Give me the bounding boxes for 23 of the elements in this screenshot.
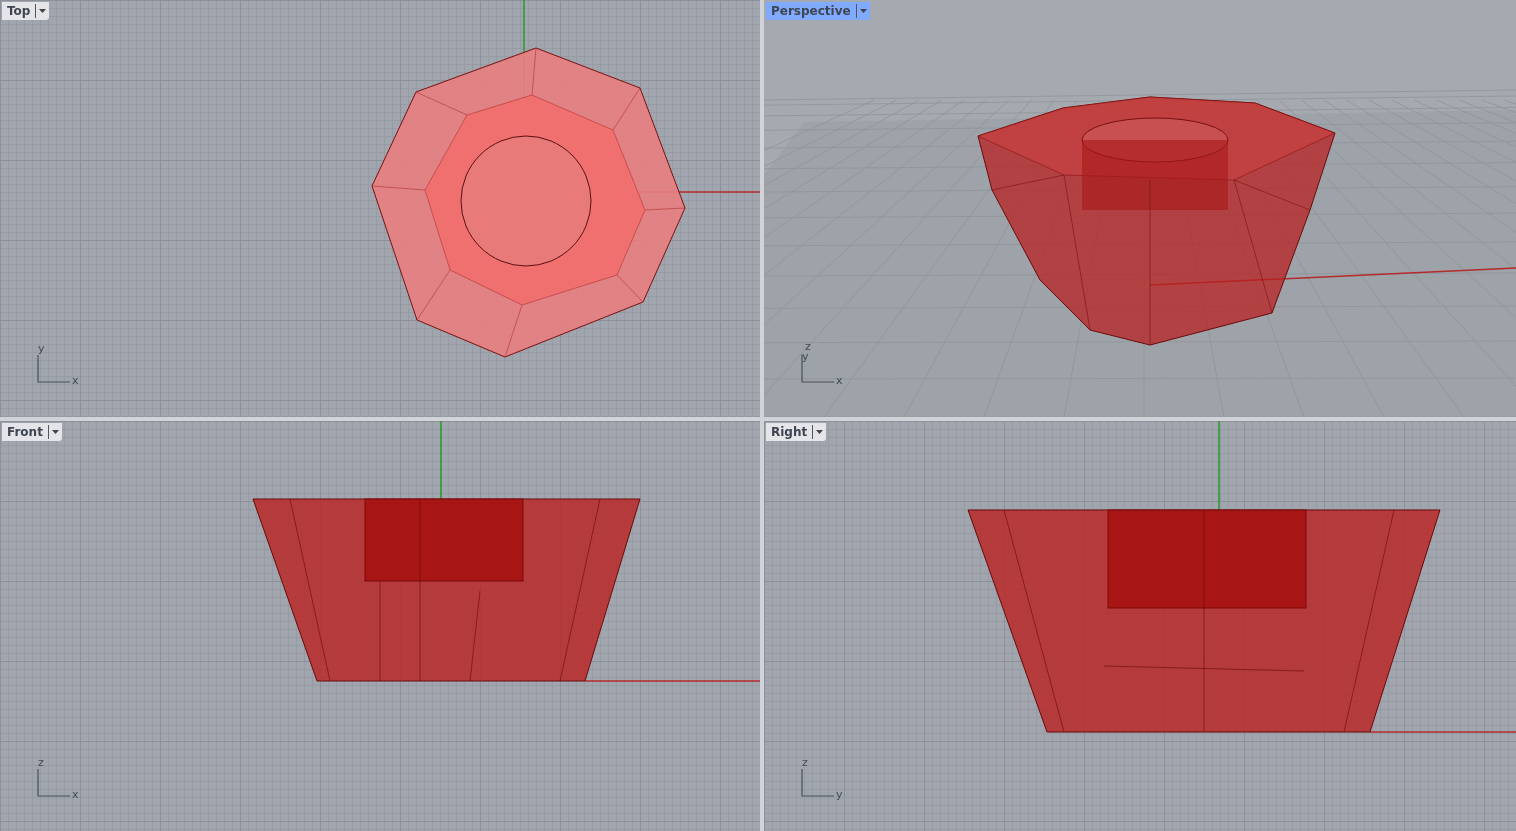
viewport-tab[interactable]: Top bbox=[2, 2, 50, 20]
viewport-tab[interactable]: Front bbox=[2, 423, 62, 441]
axis-label: x bbox=[72, 789, 79, 800]
axis-label: z bbox=[802, 757, 808, 768]
axis-icon bbox=[801, 355, 835, 383]
dropdown-caret-icon[interactable] bbox=[47, 425, 62, 439]
dropdown-caret-icon[interactable] bbox=[855, 4, 870, 18]
axis-icon bbox=[801, 769, 835, 797]
axis-icon bbox=[37, 769, 71, 797]
axis-label: x bbox=[72, 375, 79, 386]
axis-label: y bbox=[836, 789, 843, 800]
axis-label: y bbox=[38, 343, 45, 354]
viewport-tab[interactable]: Right bbox=[766, 423, 827, 441]
viewport-title: Perspective bbox=[770, 3, 852, 20]
axis-icon bbox=[37, 355, 71, 383]
viewport-title: Top bbox=[6, 3, 32, 20]
viewport-title: Front bbox=[6, 424, 44, 441]
axis-label: z bbox=[38, 757, 44, 768]
viewport-tab[interactable]: Perspective bbox=[766, 2, 870, 20]
axis-label: x bbox=[836, 375, 843, 386]
viewport-title: Right bbox=[770, 424, 809, 441]
axis-label: z bbox=[805, 341, 811, 352]
axis-label: y bbox=[802, 351, 809, 362]
